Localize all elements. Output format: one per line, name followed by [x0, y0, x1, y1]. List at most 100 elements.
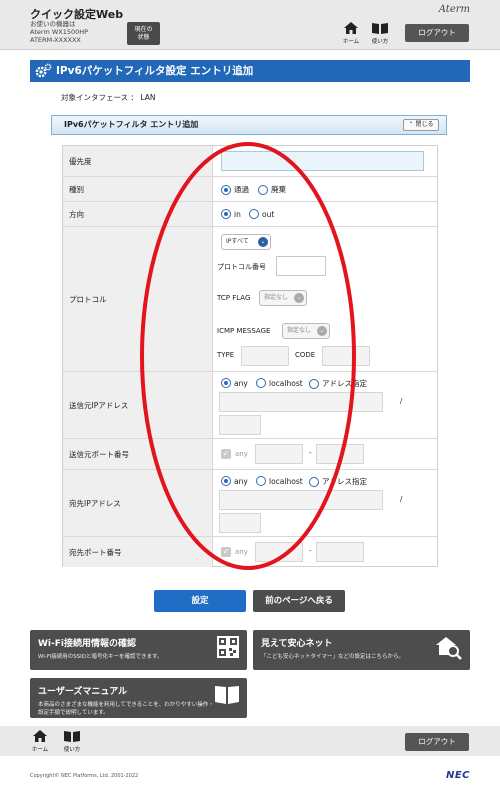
dst-port-label: 宛先ポート番号	[63, 537, 213, 567]
dst-ip-slash: /	[400, 495, 403, 503]
book-icon	[372, 23, 388, 34]
dst-radio-address[interactable]: アドレス指定	[309, 476, 367, 487]
radio-pass-label: 通過	[234, 185, 249, 194]
src-radio-any[interactable]: any	[221, 378, 248, 388]
chevron-down-icon: ⌄	[294, 293, 304, 303]
back-button[interactable]: 前のページへ戻る	[253, 590, 345, 612]
tile-manual-title: ユーザーズマニュアル	[38, 687, 128, 697]
dst-port-dash: -	[309, 547, 312, 555]
tile-safe-net[interactable]: 見えて安心ネット 「こども安心ネットタイマー」などの設定はこちらから。	[253, 630, 470, 670]
tile-wifi-info[interactable]: Wi-Fi接続用情報の確認 Wi-Fi接続用のSSIDと暗号化キーを確認できます…	[30, 630, 247, 670]
logout-button[interactable]: ログアウト	[405, 24, 469, 42]
radio-out-label: out	[262, 209, 275, 219]
row-src-port: 送信元ポート番号 ✓ any -	[63, 439, 437, 470]
status-button-line1: 現在の	[134, 26, 153, 33]
page-title-text: IPv6パケットフィルタ設定 エントリ追加	[56, 65, 254, 77]
submit-button[interactable]: 設定	[154, 590, 246, 612]
icmp-code-label: CODE	[295, 351, 316, 359]
icmp-type-input[interactable]	[241, 346, 289, 366]
src-ip-slash: /	[400, 397, 403, 405]
dst-port-any-checkbox[interactable]: ✓ any	[221, 547, 248, 557]
entry-form: 優先度 種別 通過 廃棄 方向 in out プロトコル IPすべて ⌄ プロトコ…	[62, 145, 438, 567]
radio-out[interactable]: out	[249, 209, 274, 219]
protocol-number-input[interactable]	[276, 256, 326, 276]
dst-ip-address-input[interactable]	[219, 490, 383, 510]
footer-help-button[interactable]: 使い方	[60, 730, 84, 756]
row-type: 種別 通過 廃棄	[63, 177, 437, 202]
gear-icon	[35, 63, 52, 78]
chevron-down-icon: ⌄	[317, 326, 327, 336]
book-icon	[215, 686, 239, 704]
dst-radio-localhost[interactable]: localhost	[256, 476, 303, 486]
footer-home-button[interactable]: ホーム	[28, 730, 52, 756]
tile-safe-net-desc: 「こども安心ネットタイマー」などの設定はこちらから。	[261, 654, 405, 660]
page-title: IPv6パケットフィルタ設定 エントリ追加	[30, 60, 470, 82]
dst-radio-any[interactable]: any	[221, 476, 248, 486]
protocol-select-value: IPすべて	[226, 238, 249, 245]
tcp-flag-select[interactable]: 指定なし ⌄	[259, 290, 307, 306]
current-status-button[interactable]: 現在の 状態	[127, 22, 160, 45]
src-ip-prefix-input[interactable]	[219, 415, 261, 435]
nec-logo: NEC	[445, 770, 470, 781]
radio-discard[interactable]: 廃棄	[258, 184, 286, 195]
check-icon: ✓	[221, 449, 231, 459]
protocol-number-label: プロトコル番号	[217, 263, 266, 271]
footer-home-label: ホーム	[31, 747, 49, 753]
house-search-icon	[436, 637, 462, 660]
dst-radio-any-label: any	[234, 476, 248, 486]
close-label: 閉じる	[415, 121, 434, 128]
home-icon	[344, 22, 358, 34]
priority-input[interactable]	[221, 151, 424, 171]
src-radio-localhost[interactable]: localhost	[256, 378, 303, 388]
radio-pass[interactable]: 通過	[221, 184, 249, 195]
tcp-flag-value: 指定なし	[264, 294, 289, 301]
home-button[interactable]: ホーム	[339, 22, 363, 48]
dst-radio-localhost-label: localhost	[269, 476, 303, 486]
chevron-up-icon: ⌃	[408, 121, 414, 128]
icmp-code-input[interactable]	[322, 346, 370, 366]
home-icon	[33, 730, 47, 742]
row-priority: 優先度	[63, 146, 437, 177]
section-header: IPv6パケットフィルタ エントリ追加 ⌃ 閉じる	[51, 115, 447, 135]
src-port-from-input[interactable]	[255, 444, 303, 464]
src-port-dash: -	[309, 449, 312, 457]
chevron-down-icon: ⌄	[258, 237, 268, 247]
protocol-select[interactable]: IPすべて ⌄	[221, 234, 271, 250]
book-icon	[64, 731, 80, 742]
check-icon: ✓	[221, 547, 231, 557]
header: クイック設定Web お使いの機器は Aterm WX1500HP ATERM-X…	[0, 0, 500, 50]
src-radio-address[interactable]: アドレス指定	[309, 378, 367, 389]
dst-port-any-label: any	[235, 548, 248, 556]
src-port-label: 送信元ポート番号	[63, 439, 213, 469]
qr-code-icon	[217, 636, 239, 658]
tcp-flag-label: TCP FLAG	[217, 294, 251, 302]
help-button[interactable]: 使い方	[368, 22, 392, 48]
dst-ip-prefix-input[interactable]	[219, 513, 261, 533]
device-model: Aterm WX1500HP	[30, 28, 89, 36]
tile-users-manual[interactable]: ユーザーズマニュアル 本商品のさまざまな機能を利用してできることを、わかりやすい…	[30, 678, 247, 718]
section-title: IPv6パケットフィルタ エントリ追加	[64, 120, 199, 129]
src-port-any-checkbox[interactable]: ✓ any	[221, 449, 248, 459]
row-dst-port: 宛先ポート番号 ✓ any -	[63, 537, 437, 567]
src-radio-localhost-label: localhost	[269, 378, 303, 388]
footer-logout-button[interactable]: ログアウト	[405, 733, 469, 751]
brand-logo: Aterm	[438, 4, 470, 15]
footer-help-label: 使い方	[63, 747, 81, 753]
priority-label: 優先度	[63, 146, 213, 176]
row-src-ip: 送信元IPアドレス any localhost アドレス指定 /	[63, 372, 437, 439]
dst-port-from-input[interactable]	[255, 542, 303, 562]
copyright: Copyright© NEC Platforms, Ltd. 2001-2022	[30, 773, 139, 779]
dst-port-to-input[interactable]	[316, 542, 364, 562]
icmp-message-select[interactable]: 指定なし ⌄	[282, 323, 330, 339]
tile-safe-net-title: 見えて安心ネット	[261, 639, 333, 649]
device-info: お使いの機器は Aterm WX1500HP ATERM-XXXXXX	[30, 20, 88, 44]
icmp-message-label: ICMP MESSAGE	[217, 327, 271, 335]
type-label: 種別	[63, 177, 213, 201]
src-ip-address-input[interactable]	[219, 392, 383, 412]
close-button[interactable]: ⌃ 閉じる	[403, 119, 439, 131]
help-label: 使い方	[371, 39, 389, 45]
status-button-line2: 状態	[137, 34, 150, 41]
radio-in[interactable]: in	[221, 209, 241, 219]
src-port-to-input[interactable]	[316, 444, 364, 464]
row-protocol: プロトコル IPすべて ⌄ プロトコル番号 TCP FLAG 指定なし ⌄ ICMP…	[63, 227, 437, 372]
